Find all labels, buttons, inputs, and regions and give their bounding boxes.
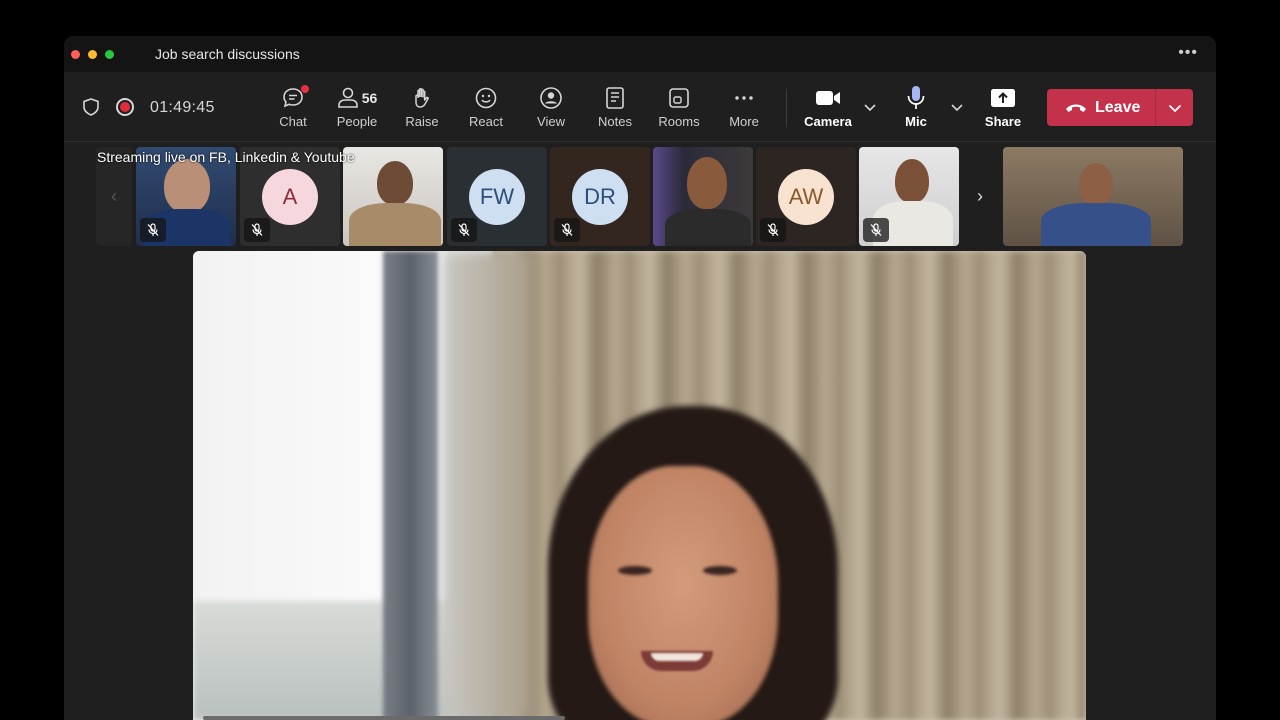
more-dots-icon (735, 96, 753, 100)
speaker-teeth (651, 653, 703, 661)
hang-up-phone-icon (1066, 104, 1086, 112)
people-icon (337, 87, 358, 108)
toolbar-divider (786, 89, 787, 127)
participant-tile-aw[interactable]: AW (756, 147, 856, 246)
participant-tile-video[interactable] (343, 147, 443, 246)
chevron-left-icon: ‹ (111, 186, 117, 206)
participant-video-feed (895, 159, 929, 203)
horizontal-scrollbar[interactable] (203, 716, 565, 720)
video-background-curtain-edge (443, 251, 533, 720)
mic-label: Mic (905, 114, 927, 129)
smiley-icon (475, 87, 497, 109)
participant-video-body (665, 209, 751, 246)
people-count: 56 (361, 90, 378, 106)
chat-button[interactable]: Chat (263, 84, 323, 134)
more-button[interactable]: More (714, 84, 774, 134)
camera-button[interactable]: Camera (798, 84, 858, 134)
muted-mic-icon (554, 218, 580, 242)
participant-tile-fw[interactable]: FW (447, 147, 547, 246)
camera-label: Camera (804, 114, 852, 129)
main-speaker-video[interactable] (193, 251, 1086, 720)
share-screen-icon (991, 89, 1015, 107)
view-button[interactable]: View (521, 84, 581, 134)
rooms-button[interactable]: Rooms (649, 84, 709, 134)
muted-mic-icon (760, 218, 786, 242)
camera-options-chevron-icon[interactable] (863, 100, 877, 114)
notes-icon (606, 87, 624, 109)
view-label: View (537, 114, 565, 129)
participant-video-body (349, 203, 441, 246)
react-button[interactable]: React (456, 84, 516, 134)
teams-window: Job search discussions ••• 01:49:45 Chat… (64, 36, 1216, 720)
video-background-pole (383, 251, 438, 720)
chevron-down-icon (1168, 104, 1181, 112)
speaker-face (588, 466, 778, 720)
stream-status-label: Streaming live on FB, Linkedin & Youtube (97, 149, 355, 165)
rooms-label: Rooms (658, 114, 700, 129)
camera-icon (816, 91, 840, 105)
participant-avatar: A (262, 169, 318, 225)
hand-icon (415, 88, 429, 108)
meeting-timer: 01:49:45 (150, 99, 215, 116)
people-label: People (336, 114, 378, 129)
maximize-window-button[interactable] (105, 49, 114, 59)
shield-icon[interactable] (81, 97, 101, 117)
participant-tile-video[interactable] (859, 147, 959, 246)
window-more-icon[interactable]: ••• (1178, 44, 1198, 62)
recording-icon (116, 98, 134, 116)
mic-button[interactable]: Mic (886, 84, 946, 134)
view-icon (540, 87, 562, 109)
share-label: Share (984, 114, 1022, 129)
participant-video-feed (377, 161, 413, 205)
next-participants-button[interactable]: › (962, 147, 998, 246)
muted-mic-icon (451, 218, 477, 242)
participant-tile-dr[interactable]: DR (550, 147, 650, 246)
participant-avatar: FW (469, 169, 525, 225)
participant-tile-video[interactable] (1003, 147, 1183, 246)
window-controls (71, 49, 114, 59)
mic-options-chevron-icon[interactable] (950, 100, 964, 114)
participant-video-feed (1079, 163, 1113, 205)
muted-mic-icon (863, 218, 889, 242)
raise-hand-button[interactable]: Raise (392, 84, 452, 134)
chat-unread-badge (301, 85, 309, 93)
raise-label: Raise (405, 114, 439, 129)
chat-label: Chat (279, 114, 307, 129)
participant-video-feed (687, 157, 727, 209)
notes-button[interactable]: Notes (585, 84, 645, 134)
share-button[interactable]: Share (973, 84, 1033, 134)
meeting-title: Job search discussions (155, 46, 300, 62)
leave-button-group: Leave (1047, 89, 1193, 126)
speaker-left-eye (618, 566, 652, 575)
meeting-toolbar: 01:49:45 Chat 56 People Raise React View… (64, 72, 1216, 142)
muted-mic-icon (244, 218, 270, 242)
participant-video-body (1041, 203, 1151, 246)
people-button[interactable]: 56 People (327, 84, 387, 134)
leave-options-button[interactable] (1156, 89, 1193, 126)
close-window-button[interactable] (71, 49, 80, 59)
participant-tile-video[interactable] (653, 147, 753, 246)
notes-label: Notes (598, 114, 632, 129)
participant-avatar: AW (778, 169, 834, 225)
title-bar: Job search discussions ••• (64, 36, 1216, 72)
speaker-right-eye (703, 566, 737, 575)
participant-video-feed (164, 159, 210, 213)
leave-label: Leave (1095, 98, 1141, 116)
react-label: React (469, 114, 503, 129)
muted-mic-icon (140, 218, 166, 242)
leave-button[interactable]: Leave (1047, 89, 1155, 126)
more-label: More (729, 114, 759, 129)
microphone-icon (907, 86, 925, 109)
rooms-icon (669, 88, 689, 108)
minimize-window-button[interactable] (88, 49, 97, 59)
participant-avatar: DR (572, 169, 628, 225)
chevron-right-icon: › (977, 186, 983, 206)
